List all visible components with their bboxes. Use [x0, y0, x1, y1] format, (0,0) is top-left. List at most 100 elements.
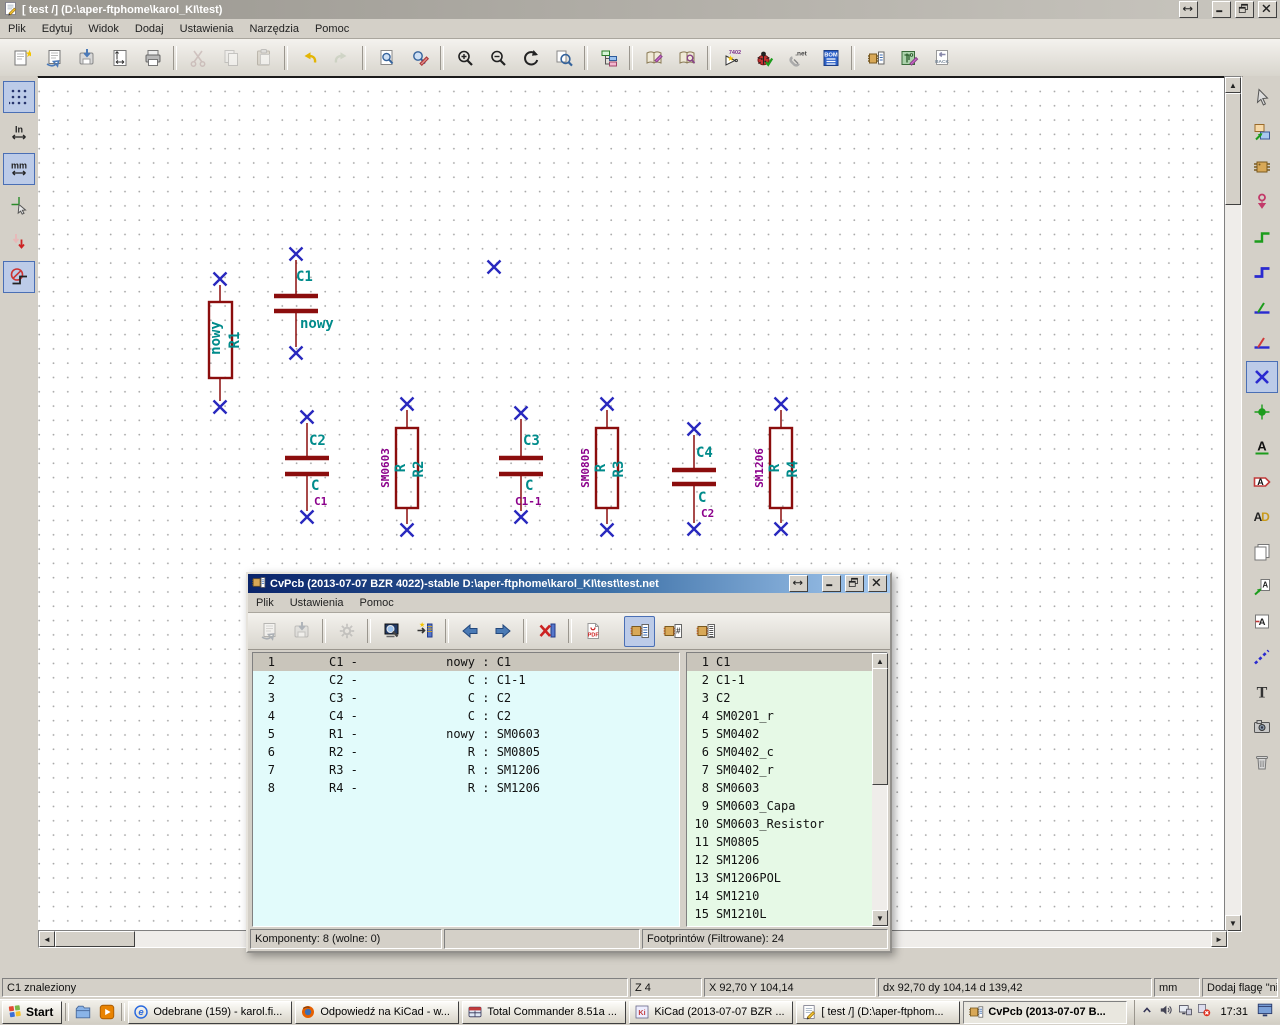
component-row-R3[interactable]: 7R3 -R : SM1206: [253, 761, 679, 779]
schematic-label[interactable]: C3: [523, 433, 540, 449]
cvpcb-menu-pomoc[interactable]: Pomoc: [352, 595, 402, 611]
schematic-label[interactable]: R4: [785, 461, 801, 478]
component-row-C2[interactable]: 2C2 -C : C1-1: [253, 671, 679, 689]
cv-next-button[interactable]: [487, 616, 518, 647]
footprint-row-SM1206[interactable]: 12SM1206: [687, 851, 872, 869]
footprint-row-C1-1[interactable]: 2C1-1: [687, 671, 872, 689]
zoom-out-button[interactable]: [482, 42, 513, 73]
eeschema-menu-dodaj[interactable]: Dodaj: [127, 21, 172, 37]
schematic-label[interactable]: C2: [701, 507, 714, 520]
cursor-button[interactable]: [1246, 81, 1278, 113]
footprint-row-SM1210[interactable]: 14SM1210: [687, 887, 872, 905]
cvpcb-minimize-button[interactable]: [822, 575, 841, 592]
delete-item-button[interactable]: [1246, 746, 1278, 778]
hidden-pins-button[interactable]: [3, 225, 35, 257]
tray-expand[interactable]: [1139, 1002, 1155, 1023]
taskbar-button-totalcmd-app[interactable]: Total Commander 8.51a ...: [462, 1001, 626, 1024]
minimize-button[interactable]: [1212, 1, 1231, 18]
scroll-down-button[interactable]: ▼: [1225, 915, 1241, 931]
tray-error[interactable]: [1196, 1002, 1212, 1023]
cv-filter-pincount-button[interactable]: #: [657, 616, 688, 647]
canvas-vertical-scrollbar[interactable]: ▲▼: [1224, 76, 1242, 932]
schematic-label[interactable]: nowy: [208, 321, 224, 355]
component-row-C1[interactable]: 1C1 -nowy : C1: [253, 653, 679, 671]
place-hierarchical-label-button[interactable]: AD: [1246, 501, 1278, 533]
show-desktop-button[interactable]: [1256, 1001, 1274, 1024]
footprint-list-scrollbar[interactable]: ▲▼: [872, 653, 887, 926]
bus-to-bus-entry-button[interactable]: [1246, 326, 1278, 358]
cv-open-button[interactable]: [253, 616, 284, 647]
schematic-label[interactable]: SM1206: [753, 448, 766, 488]
pcbnew-button[interactable]: [893, 42, 924, 73]
scroll-thumb[interactable]: [55, 931, 135, 947]
save-schematic-button[interactable]: [71, 42, 102, 73]
scroll-thumb[interactable]: [1225, 93, 1241, 205]
erc-check-button[interactable]: [749, 42, 780, 73]
cvpcb-menu-plik[interactable]: Plik: [248, 595, 282, 611]
scroll-up-button[interactable]: ▲: [872, 653, 888, 669]
scroll-up-button[interactable]: ▲: [1225, 77, 1241, 93]
footprint-row-SM1210L[interactable]: 15SM1210L: [687, 905, 872, 923]
cv-pdf-doc-button[interactable]: PDF: [577, 616, 608, 647]
import-sheet-pin-button[interactable]: A: [1246, 571, 1278, 603]
new-schematic-button[interactable]: ★: [5, 42, 36, 73]
place-text-button[interactable]: T: [1246, 676, 1278, 708]
library-editor-button[interactable]: [638, 42, 669, 73]
open-schematic-button[interactable]: [38, 42, 69, 73]
place-hierarchical-sheet-button[interactable]: [1246, 536, 1278, 568]
place-power-port-button[interactable]: [1246, 186, 1278, 218]
eeschema-titlebar[interactable]: [ test /] (D:\aper-ftphome\karol_KI\test…: [0, 0, 1280, 19]
cv-prev-button[interactable]: [454, 616, 485, 647]
footprint-row-SM0402[interactable]: 5SM0402: [687, 725, 872, 743]
cv-auto-associate-button[interactable]: ★: [409, 616, 440, 647]
cvpcb-close-button[interactable]: [868, 575, 887, 592]
cv-filter-library-button[interactable]: [690, 616, 721, 647]
place-junction-button[interactable]: [1246, 396, 1278, 428]
cv-config-button[interactable]: [331, 616, 362, 647]
part-wizard-button[interactable]: 7402★: [716, 42, 747, 73]
hv-wires-button[interactable]: [3, 261, 35, 293]
eeschema-menu-pomoc[interactable]: Pomoc: [307, 21, 357, 37]
units-mm-button[interactable]: mm: [3, 153, 35, 185]
no-connect-flag-button[interactable]: [1246, 361, 1278, 393]
schematic-label[interactable]: C1-1: [515, 495, 542, 508]
folder-ql-quicklaunch[interactable]: [72, 1002, 94, 1023]
taskbar-button-cvpcb-app[interactable]: CvPcb (2013-07-07 B...: [963, 1001, 1127, 1024]
resize-button[interactable]: [1179, 1, 1198, 18]
schematic-label[interactable]: R: [393, 463, 409, 472]
taskbar-button-ie-app[interactable]: eOdebrane (159) - karol.fi...: [128, 1001, 292, 1024]
zoom-in-button[interactable]: [449, 42, 480, 73]
schematic-label[interactable]: SM0805: [579, 448, 592, 488]
place-graphic-line-button[interactable]: [1246, 641, 1278, 673]
schematic-label[interactable]: R3: [611, 461, 627, 478]
bom-button[interactable]: BOM: [815, 42, 846, 73]
footprint-row-SM1206POL[interactable]: 13SM1206POL: [687, 869, 872, 887]
place-image-button[interactable]: [1246, 711, 1278, 743]
schematic-label[interactable]: C1: [296, 269, 313, 285]
wire-to-bus-entry-button[interactable]: [1246, 291, 1278, 323]
schematic-label[interactable]: R1: [227, 332, 243, 349]
cv-view-footprint-button[interactable]: [376, 616, 407, 647]
component-row-R2[interactable]: 6R2 -R : SM0805: [253, 743, 679, 761]
taskbar-button-kicad-app[interactable]: KiKiCad (2013-07-07 BZR ...: [629, 1001, 793, 1024]
navigate-hierarchy-button[interactable]: [1246, 116, 1278, 148]
footprint-row-SM0603[interactable]: 8SM0603: [687, 779, 872, 797]
cv-save-button[interactable]: [286, 616, 317, 647]
component-list[interactable]: 1C1 -nowy : C12C2 -C : C1-13C3 -C : C24C…: [252, 652, 680, 927]
cvpcb-menu-ustawienia[interactable]: Ustawienia: [282, 595, 352, 611]
grid-toggle-button[interactable]: [3, 81, 35, 113]
close-button[interactable]: [1258, 1, 1277, 18]
schematic-label[interactable]: C1: [314, 495, 328, 508]
units-inch-button[interactable]: In: [3, 117, 35, 149]
schematic-label[interactable]: C4: [696, 445, 713, 461]
component-row-C3[interactable]: 3C3 -C : C2: [253, 689, 679, 707]
redo-button[interactable]: [326, 42, 357, 73]
schematic-label[interactable]: R: [767, 463, 783, 472]
copy-button[interactable]: [215, 42, 246, 73]
cvpcb-assign-button[interactable]: [860, 42, 891, 73]
taskbar-button-eeschema-app[interactable]: [ test /] (D:\aper-ftphom...: [796, 1001, 960, 1024]
cvpcb-maximize-button[interactable]: [845, 575, 864, 592]
print-button[interactable]: [137, 42, 168, 73]
place-global-label-button[interactable]: A: [1246, 466, 1278, 498]
scroll-down-button[interactable]: ▼: [872, 910, 888, 926]
